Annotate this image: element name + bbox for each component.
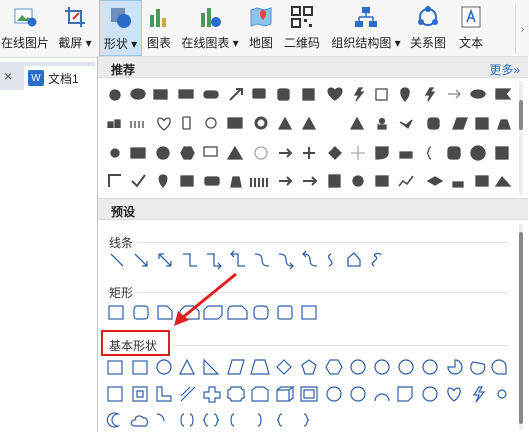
annotation-overlay — [174, 272, 237, 326]
basic-shapes-highlight-box — [101, 330, 170, 356]
red-arrow-line — [181, 272, 237, 320]
